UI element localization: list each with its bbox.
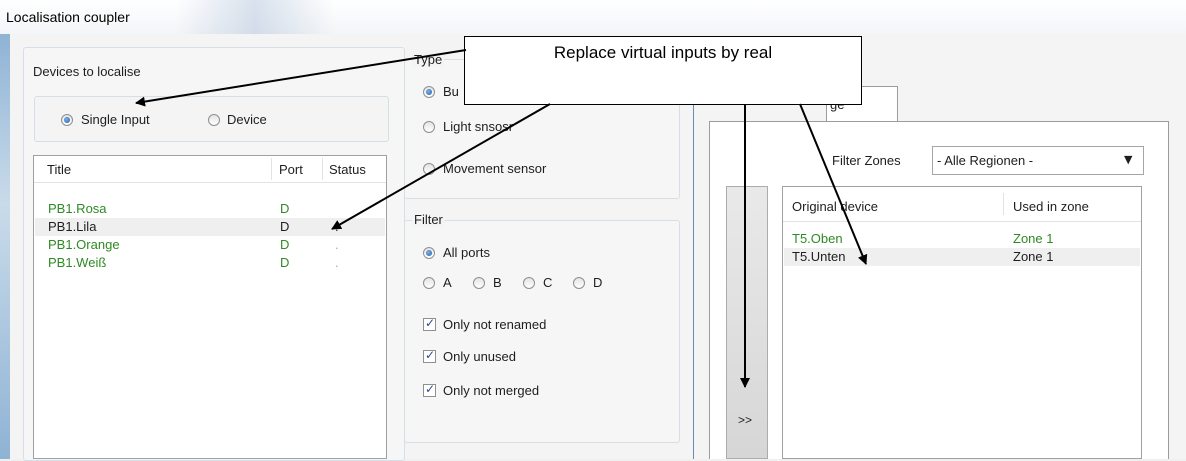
annotation-arrows: [135, 49, 868, 388]
arrow-to-single-input: [135, 49, 467, 107]
arrow-to-zone-row: [799, 103, 868, 265]
arrow-to-device-row: [331, 103, 551, 230]
